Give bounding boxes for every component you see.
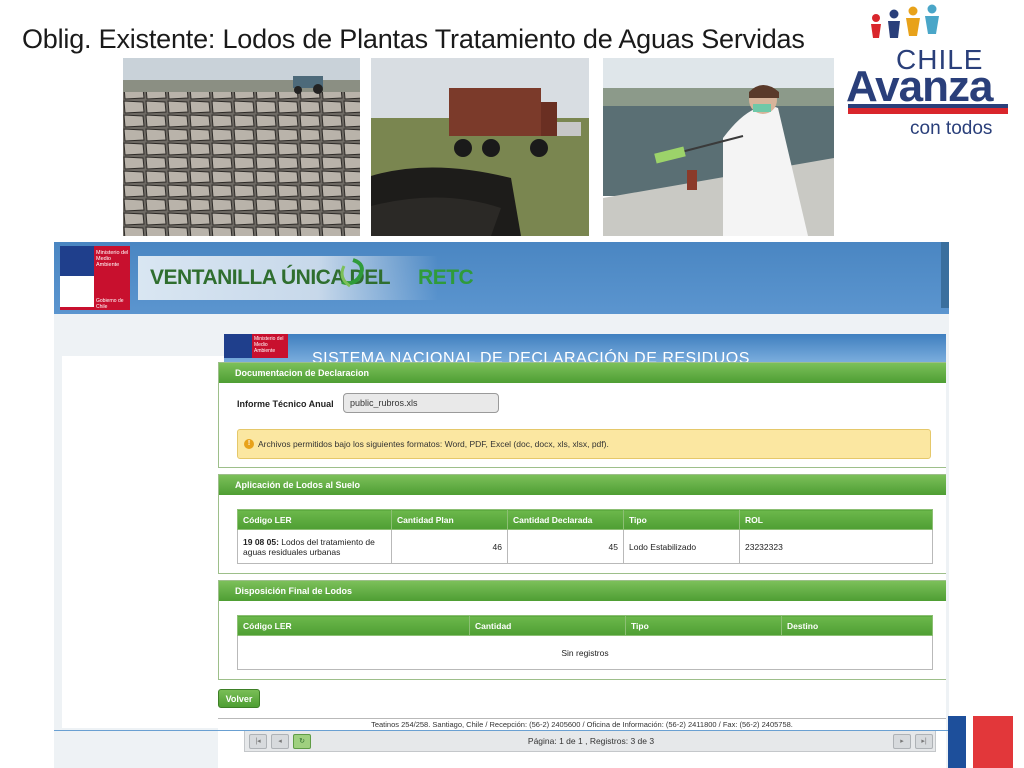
pagination-bar: |◂ ◂ ↻ Página: 1 de 1 , Registros: 3 de … xyxy=(244,730,936,752)
dump-truck-sludge-pile-photo xyxy=(371,58,589,236)
final-disposal-table: Código LER Cantidad Tipo Destino Sin reg… xyxy=(237,615,933,670)
allowed-formats-alert: ! Archivos permitidos bajo los siguiente… xyxy=(237,429,931,459)
inner-flag-blue xyxy=(224,334,252,358)
sludge-application-header: Aplicación de Lodos al Suelo xyxy=(219,475,946,495)
portal-header: Ministerio del Medio Ambiente Gobierno d… xyxy=(54,242,949,314)
column-header: Destino xyxy=(781,615,933,636)
allowed-formats-text: Archivos permitidos bajo los siguientes … xyxy=(258,439,609,449)
column-header: Tipo xyxy=(623,509,740,530)
rol-cell: 23232323 xyxy=(739,529,933,564)
ministry-flag-blue xyxy=(60,246,94,276)
ler-code: 19 08 05: xyxy=(243,536,279,547)
corner-white-stripe xyxy=(966,716,973,768)
column-header: Cantidad Plan xyxy=(391,509,508,530)
final-disposal-panel: Disposición Final de Lodos Código LER Ca… xyxy=(218,580,946,680)
column-header: Código LER xyxy=(237,615,470,636)
last-page-icon[interactable]: ▸| xyxy=(915,734,933,749)
cracked-dried-sludge-field-photo xyxy=(123,58,360,236)
government-name: Gobierno de Chile xyxy=(96,298,124,310)
type-cell: Lodo Estabilizado xyxy=(623,529,740,564)
retc-swirl-icon xyxy=(340,258,364,288)
column-header: ROL xyxy=(739,509,933,530)
planned-quantity-cell: 46 xyxy=(391,529,508,564)
contact-footer: Teatinos 254/258. Santiago, Chile / Rece… xyxy=(218,718,946,730)
corner-red-stripe xyxy=(973,716,1013,768)
declared-quantity-cell: 45 xyxy=(507,529,624,564)
documentation-panel-header: Documentacion de Declaracion xyxy=(219,363,946,383)
table-row: 19 08 05: Lodos del tratamiento de aguas… xyxy=(237,529,933,564)
retc-portal-screenshot: Ministerio del Medio Ambiente Gobierno d… xyxy=(54,242,949,768)
back-button[interactable]: Volver xyxy=(218,689,260,708)
ministry-badge: Ministerio del Medio Ambiente Gobierno d… xyxy=(60,246,130,310)
table-header-row: Código LER Cantidad Plan Cantidad Declar… xyxy=(237,509,933,530)
lab-technician-sampling-tank-photo xyxy=(603,58,834,236)
table-header-row: Código LER Cantidad Tipo Destino xyxy=(237,615,933,636)
logo-red-bar xyxy=(848,108,1008,114)
inner-ministry-badge: Ministerio del Medio Ambiente xyxy=(224,334,288,358)
documentation-panel: Documentacion de Declaracion Informe Téc… xyxy=(218,362,946,468)
no-records-cell: Sin registros xyxy=(237,635,933,670)
chile-avanza-logo: CHILE Avanza con todos xyxy=(846,4,1012,140)
slide-title: Oblig. Existente: Lodos de Plantas Trata… xyxy=(22,24,805,54)
annual-report-file-field[interactable] xyxy=(343,393,499,413)
next-page-icon[interactable]: ▸ xyxy=(893,734,911,749)
declaration-form: Documentacion de Declaracion Informe Téc… xyxy=(218,362,946,768)
column-header: Código LER xyxy=(237,509,392,530)
column-header: Cantidad Declarada xyxy=(507,509,624,530)
sludge-application-table: Código LER Cantidad Plan Cantidad Declar… xyxy=(237,509,933,564)
sludge-application-panel: Aplicación de Lodos al Suelo Código LER … xyxy=(218,474,946,574)
ventanilla-brand: VENTANILLA ÚNICA DEL RETC xyxy=(150,266,474,290)
left-blank-area xyxy=(62,356,226,728)
footer-blue-line xyxy=(54,730,948,731)
ler-code-cell: 19 08 05: Lodos del tratamiento de aguas… xyxy=(237,529,392,564)
table-row: Sin registros xyxy=(237,635,933,670)
inner-system-header: Ministerio del Medio Ambiente SISTEMA NA… xyxy=(224,334,946,364)
brand-retc: RETC xyxy=(418,266,474,289)
column-header: Cantidad xyxy=(469,615,626,636)
inner-ministry-name: Ministerio del Medio Ambiente xyxy=(254,336,284,354)
logo-con-todos: con todos xyxy=(910,118,993,139)
header-edge xyxy=(941,242,949,308)
final-disposal-header: Disposición Final de Lodos xyxy=(219,581,946,601)
pagination-info: Página: 1 de 1 , Registros: 3 de 3 xyxy=(527,736,655,746)
annual-report-label: Informe Técnico Anual xyxy=(237,399,334,409)
ministry-name: Ministerio del Medio Ambiente xyxy=(96,250,129,268)
column-header: Tipo xyxy=(625,615,782,636)
children-figures-icon xyxy=(871,4,939,38)
info-icon: ! xyxy=(244,439,254,449)
